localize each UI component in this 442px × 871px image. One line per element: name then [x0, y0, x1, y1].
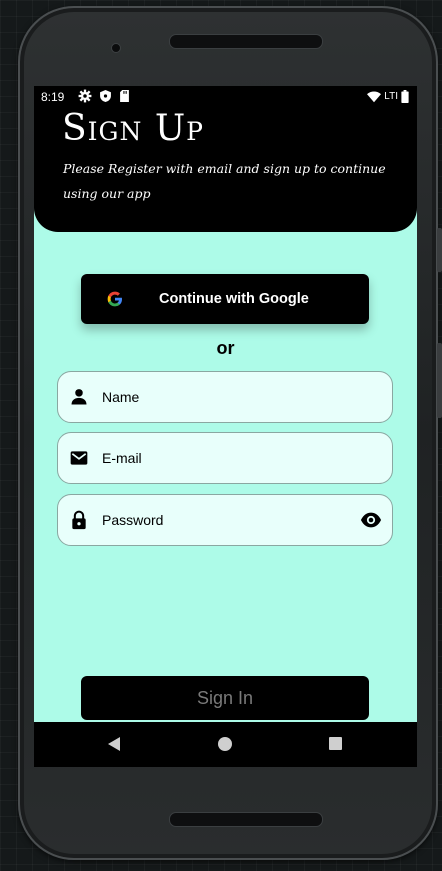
sign-in-label: Sign In — [196, 688, 254, 708]
front-camera — [111, 43, 121, 53]
app-screen: 8:19 LTI Sign Up Please Register with em… — [34, 86, 417, 767]
person-icon — [71, 389, 87, 405]
network-label: LTI — [384, 91, 398, 102]
back-icon[interactable] — [107, 737, 121, 751]
sign-in-button[interactable]: Sign In — [81, 676, 369, 720]
continue-with-google-button[interactable]: Continue with Google — [81, 274, 369, 324]
wifi-icon — [367, 90, 382, 102]
password-field-label: Password — [102, 512, 164, 528]
sd-card-icon — [120, 89, 129, 103]
page-subtitle: Please Register with email and sign up t… — [63, 161, 386, 201]
name-field-label: Name — [102, 389, 140, 405]
header: Sign Up Please Register with email and s… — [34, 108, 417, 232]
shield-icon — [100, 90, 111, 102]
status-right: LTI — [367, 90, 409, 103]
battery-icon — [401, 90, 409, 103]
navigation-bar — [34, 722, 417, 767]
email-field-label: E-mail — [102, 450, 142, 466]
status-time: 8:19 — [41, 90, 65, 104]
gear-icon — [78, 89, 92, 103]
power-button — [437, 343, 442, 418]
page-title: Sign Up — [62, 108, 204, 149]
status-icons — [78, 89, 130, 103]
bottom-speaker — [169, 812, 323, 827]
status-bar: 8:19 LTI — [34, 86, 417, 108]
top-speaker — [169, 34, 323, 49]
home-icon[interactable] — [218, 737, 232, 751]
volume-button — [437, 228, 442, 272]
eye-icon[interactable] — [360, 511, 382, 529]
password-field[interactable]: Password — [57, 494, 393, 546]
recents-icon[interactable] — [329, 737, 342, 750]
email-field[interactable]: E-mail — [57, 432, 393, 484]
lock-icon — [72, 510, 86, 530]
or-divider: or — [216, 338, 235, 358]
google-icon — [107, 291, 122, 307]
google-button-label: Continue with Google — [159, 291, 309, 307]
name-field[interactable]: Name — [57, 371, 393, 423]
mail-icon — [70, 451, 88, 465]
